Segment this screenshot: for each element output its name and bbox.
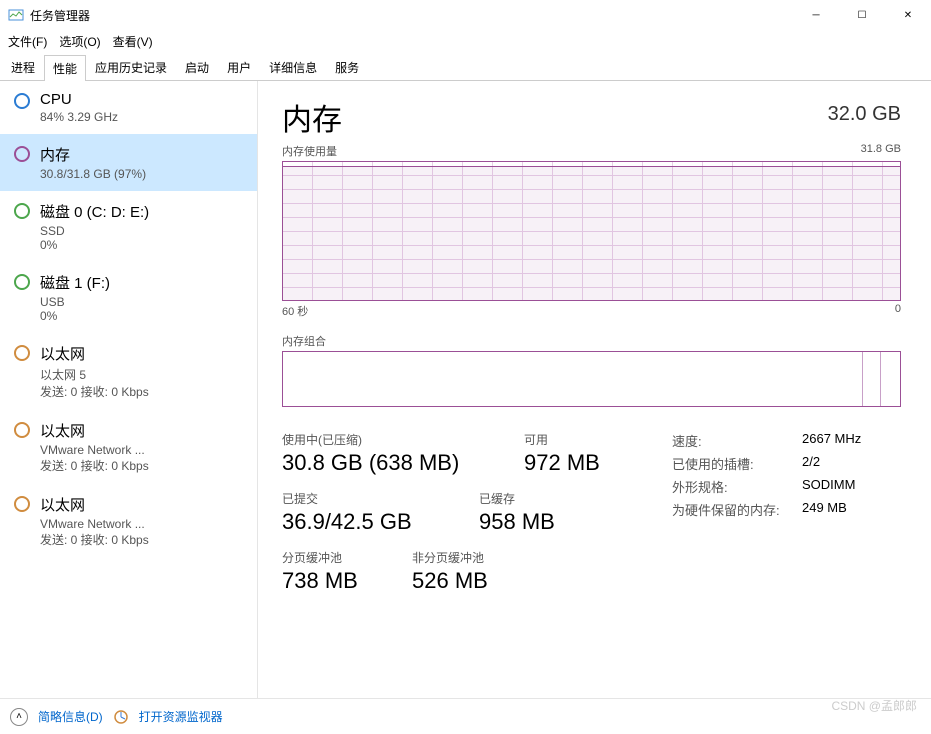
sidebar-item-sub: VMware Network ... (40, 443, 149, 457)
comp-standby (881, 352, 900, 406)
sidebar-item[interactable]: 磁盘 1 (F:) USB0% (0, 262, 257, 333)
speed-label: 速度: (672, 431, 802, 450)
slots-value: 2/2 (802, 454, 820, 473)
sidebar-item-sub2: 0% (40, 309, 110, 323)
open-resource-monitor-link[interactable]: 打开资源监视器 (139, 708, 223, 725)
indicator-icon (14, 93, 30, 109)
menu-file[interactable]: 文件(F) (8, 33, 47, 50)
nonpaged-label: 非分页缓冲池 (412, 549, 488, 566)
menu-view[interactable]: 查看(V) (113, 33, 153, 50)
sidebar-item-title: 以太网 (40, 343, 149, 364)
sidebar-item-title: 内存 (40, 144, 146, 165)
sidebar-item-sub: SSD (40, 224, 149, 238)
available-value: 972 MB (524, 450, 600, 476)
x-axis-right: 0 (895, 303, 901, 319)
indicator-icon (14, 146, 30, 162)
paged-label: 分页缓冲池 (282, 549, 390, 566)
sidebar-item[interactable]: 以太网 VMware Network ...发送: 0 接收: 0 Kbps (0, 484, 257, 558)
reserved-value: 249 MB (802, 500, 847, 519)
cached-value: 958 MB (479, 509, 555, 535)
memory-total: 32.0 GB (828, 103, 901, 126)
sidebar-item-sub: VMware Network ... (40, 517, 149, 531)
sidebar-item-sub2: 发送: 0 接收: 0 Kbps (40, 457, 149, 474)
maximize-button[interactable]: ☐ (839, 0, 885, 30)
sidebar-item-title: 磁盘 0 (C: D: E:) (40, 201, 149, 222)
in-use-label: 使用中(已压缩) (282, 431, 502, 448)
x-axis-left: 60 秒 (282, 303, 308, 319)
sidebar-item-title: 以太网 (40, 494, 149, 515)
nonpaged-value: 526 MB (412, 568, 488, 594)
sidebar-item-sub: 30.8/31.8 GB (97%) (40, 167, 146, 181)
sidebar-item[interactable]: 内存 30.8/31.8 GB (97%) (0, 134, 257, 191)
sidebar-item-sub2: 发送: 0 接收: 0 Kbps (40, 383, 149, 400)
titlebar: 任务管理器 ─ ☐ ✕ (0, 0, 931, 30)
sidebar-item[interactable]: 磁盘 0 (C: D: E:) SSD0% (0, 191, 257, 262)
cached-label: 已缓存 (479, 490, 555, 507)
app-icon (8, 7, 24, 23)
committed-value: 36.9/42.5 GB (282, 509, 457, 535)
minimize-button[interactable]: ─ (793, 0, 839, 30)
indicator-icon (14, 345, 30, 361)
slots-label: 已使用的插槽: (672, 454, 802, 473)
in-use-value: 30.8 GB (638 MB) (282, 450, 502, 476)
tab-details[interactable]: 详细信息 (260, 54, 326, 80)
memory-usage-chart[interactable] (282, 161, 901, 301)
indicator-icon (14, 422, 30, 438)
sidebar-item-title: CPU (40, 91, 118, 108)
tabbar: 进程 性能 应用历史记录 启动 用户 详细信息 服务 (0, 54, 931, 81)
tab-processes[interactable]: 进程 (2, 54, 44, 80)
sidebar-scroll[interactable]: CPU 84% 3.29 GHz 内存 30.8/31.8 GB (97%) 磁盘 0 … (0, 81, 257, 701)
form-label: 外形规格: (672, 477, 802, 496)
tab-services[interactable]: 服务 (326, 54, 368, 80)
sidebar-item-sub: USB (40, 295, 110, 309)
sidebar: CPU 84% 3.29 GHz 内存 30.8/31.8 GB (97%) 磁盘 0 … (0, 81, 258, 701)
indicator-icon (14, 274, 30, 290)
sidebar-item-title: 以太网 (40, 420, 149, 441)
watermark: CSDN @孟郎郎 (831, 697, 917, 714)
footer: ˄ 简略信息(D) 打开资源监视器 (0, 698, 931, 734)
chevron-up-icon[interactable]: ˄ (10, 708, 28, 726)
tab-performance[interactable]: 性能 (44, 55, 86, 81)
page-title: 内存 (282, 95, 342, 139)
sidebar-item[interactable]: 以太网 VMware Network ...发送: 0 接收: 0 Kbps (0, 410, 257, 484)
resource-monitor-icon (113, 709, 129, 725)
sidebar-item[interactable]: 以太网以太网 5发送: 0 接收: 0 Kbps (0, 333, 257, 410)
usage-chart-max: 31.8 GB (861, 143, 901, 159)
window-title: 任务管理器 (30, 7, 793, 24)
chart-fill (283, 166, 900, 300)
tab-startup[interactable]: 启动 (176, 54, 218, 80)
sidebar-item-sub2: 0% (40, 238, 149, 252)
composition-label: 内存组合 (282, 333, 326, 349)
indicator-icon (14, 203, 30, 219)
brief-info-link[interactable]: 简略信息(D) (38, 708, 103, 725)
tab-app-history[interactable]: 应用历史记录 (86, 54, 176, 80)
close-button[interactable]: ✕ (885, 0, 931, 30)
main-panel: 内存 32.0 GB 内存使用量 31.8 GB 60 秒 0 内存组合 使用中… (258, 81, 931, 701)
sidebar-item-sub: 以太网 5 (40, 366, 149, 383)
sidebar-item-sub: 84% 3.29 GHz (40, 110, 118, 124)
speed-value: 2667 MHz (802, 431, 861, 450)
indicator-icon (14, 496, 30, 512)
sidebar-item-title: 磁盘 1 (F:) (40, 272, 110, 293)
form-value: SODIMM (802, 477, 855, 496)
sidebar-item[interactable]: CPU 84% 3.29 GHz (0, 81, 257, 134)
available-label: 可用 (524, 431, 600, 448)
tab-users[interactable]: 用户 (218, 54, 260, 80)
comp-modified (863, 352, 882, 406)
menu-options[interactable]: 选项(O) (59, 33, 100, 50)
memory-composition-chart[interactable] (282, 351, 901, 407)
committed-label: 已提交 (282, 490, 457, 507)
comp-in-use (283, 352, 863, 406)
reserved-label: 为硬件保留的内存: (672, 500, 802, 519)
usage-chart-label: 内存使用量 (282, 143, 337, 159)
sidebar-item-sub2: 发送: 0 接收: 0 Kbps (40, 531, 149, 548)
menubar: 文件(F) 选项(O) 查看(V) (0, 30, 931, 52)
paged-value: 738 MB (282, 568, 390, 594)
